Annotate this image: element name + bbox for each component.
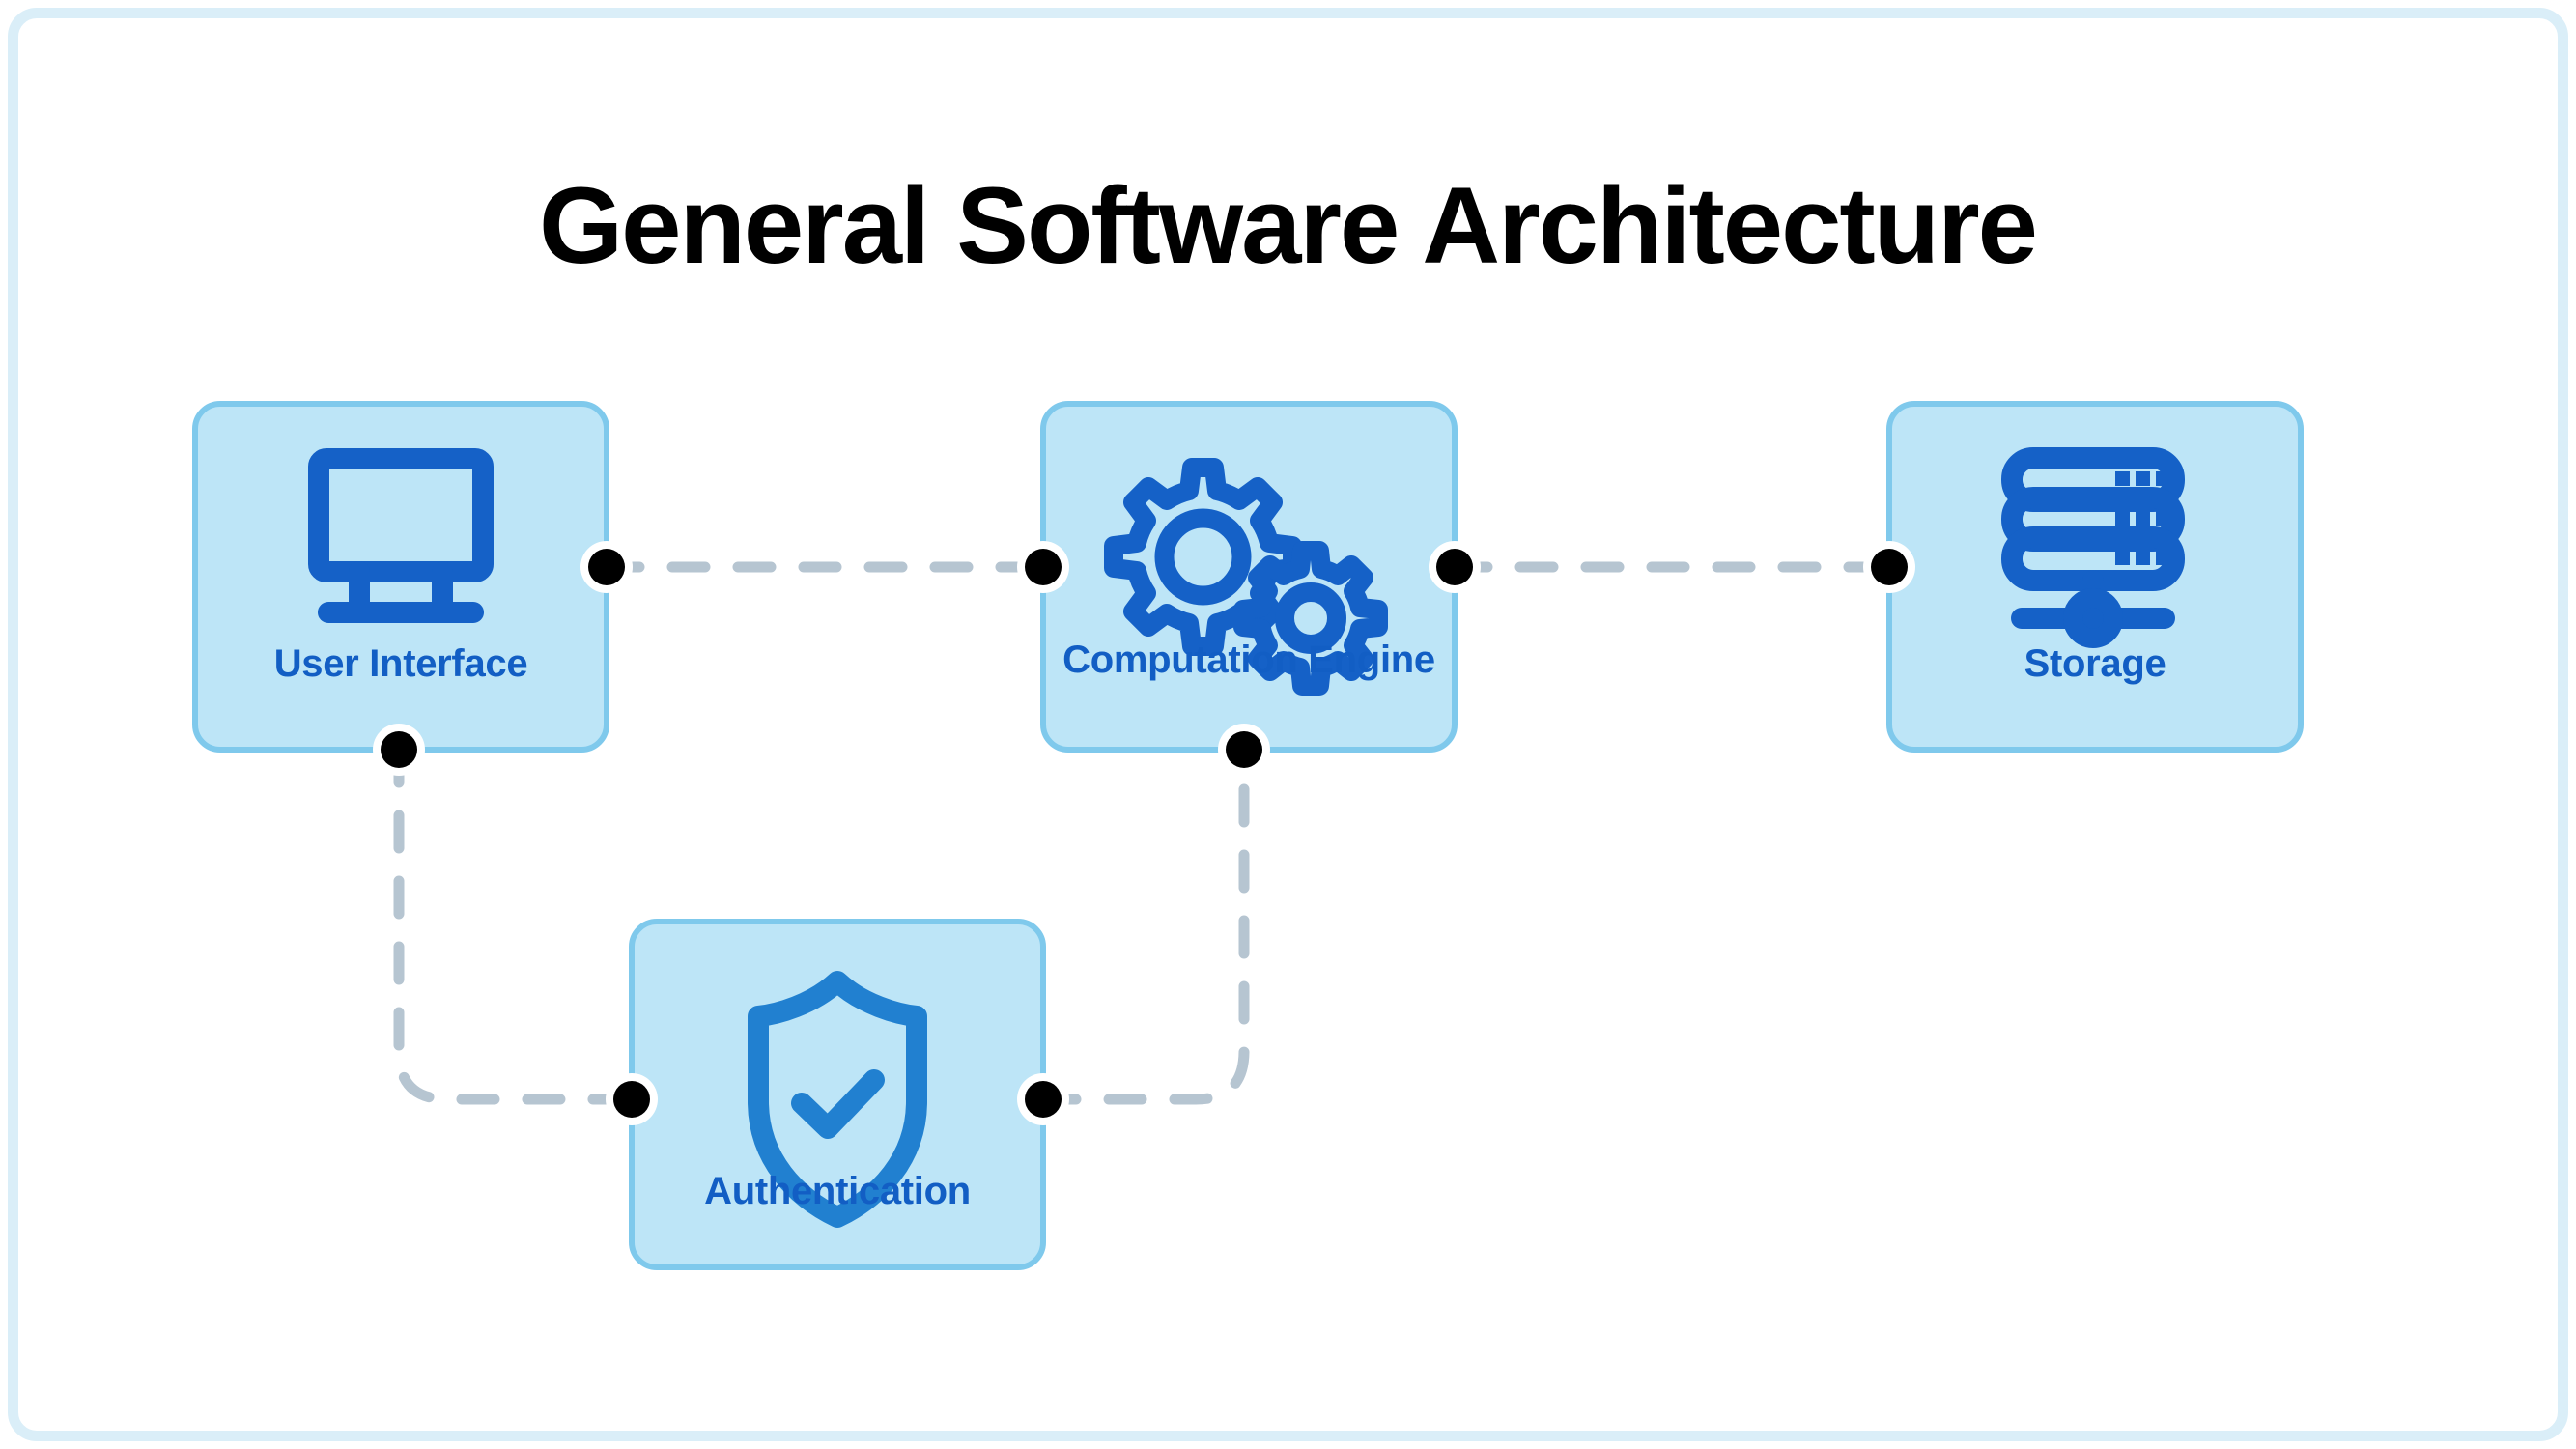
port-auth-left[interactable] xyxy=(606,1073,658,1125)
diagram-canvas: General Software Architecture User Inter… xyxy=(0,0,2576,1449)
node-user-interface-label: User Interface xyxy=(274,642,528,685)
node-storage-label: Storage xyxy=(2024,642,2166,685)
port-engine-left[interactable] xyxy=(1017,541,1069,593)
port-engine-bottom[interactable] xyxy=(1218,724,1270,776)
page-title: General Software Architecture xyxy=(539,165,2036,286)
node-computation-engine[interactable]: Computation Engine xyxy=(1040,401,1458,753)
node-computation-engine-label: Computation Engine xyxy=(1062,639,1435,681)
node-authentication[interactable]: Authentication xyxy=(629,919,1046,1270)
port-ui-right[interactable] xyxy=(580,541,633,593)
port-ui-bottom[interactable] xyxy=(373,724,425,776)
port-storage-left[interactable] xyxy=(1863,541,1915,593)
node-storage[interactable]: Storage xyxy=(1886,401,2304,753)
port-engine-right[interactable] xyxy=(1429,541,1481,593)
node-user-interface[interactable]: User Interface xyxy=(192,401,609,753)
port-auth-right[interactable] xyxy=(1017,1073,1069,1125)
architecture-diagram: General Software Architecture User Inter… xyxy=(192,165,2304,1270)
server-led-lights xyxy=(2115,471,2170,565)
connector-ui-to-authentication xyxy=(393,744,637,1105)
connector-authentication-to-engine xyxy=(1037,744,1250,1105)
node-authentication-label: Authentication xyxy=(704,1170,971,1212)
